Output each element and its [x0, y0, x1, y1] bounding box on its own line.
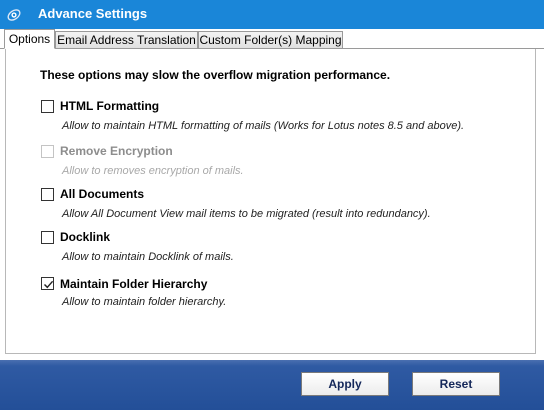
html-formatting-checkbox[interactable] — [41, 100, 54, 113]
all-documents-description: Allow All Document View mail items to be… — [62, 208, 431, 220]
apply-button[interactable]: Apply — [301, 372, 389, 396]
maintain-folder-hierarchy-label[interactable]: Maintain Folder Hierarchy — [60, 277, 207, 292]
html-formatting-label[interactable]: HTML Formatting — [60, 99, 159, 114]
maintain-folder-hierarchy-description: Allow to maintain folder hierarchy. — [62, 296, 227, 308]
maintain-folder-hierarchy-checkbox[interactable] — [41, 277, 54, 290]
docklink-checkbox[interactable] — [41, 231, 54, 244]
window-title: Advance Settings — [38, 6, 148, 21]
html-formatting-description: Allow to maintain HTML formatting of mai… — [62, 120, 465, 132]
tab-custom-folder-mapping[interactable]: Custom Folder(s) Mapping — [198, 31, 343, 48]
reset-button[interactable]: Reset — [412, 372, 500, 396]
tab-email-address-translation[interactable]: Email Address Translation — [55, 31, 198, 48]
title-bar: Advance Settings — [0, 0, 544, 29]
app-icon — [6, 7, 22, 23]
checkmark-icon — [44, 280, 54, 289]
docklink-label[interactable]: Docklink — [60, 230, 110, 245]
advance-settings-window: Advance Settings Options Email Address T… — [0, 0, 544, 410]
all-documents-label[interactable]: All Documents — [60, 187, 144, 202]
remove-encryption-checkbox — [41, 145, 54, 158]
docklink-description: Allow to maintain Docklink of mails. — [62, 251, 234, 263]
all-documents-checkbox[interactable] — [41, 188, 54, 201]
remove-encryption-description: Allow to removes encryption of mails. — [62, 165, 244, 177]
tab-options[interactable]: Options — [4, 29, 55, 49]
performance-warning: These options may slow the overflow migr… — [40, 68, 391, 82]
remove-encryption-label: Remove Encryption — [60, 144, 173, 158]
